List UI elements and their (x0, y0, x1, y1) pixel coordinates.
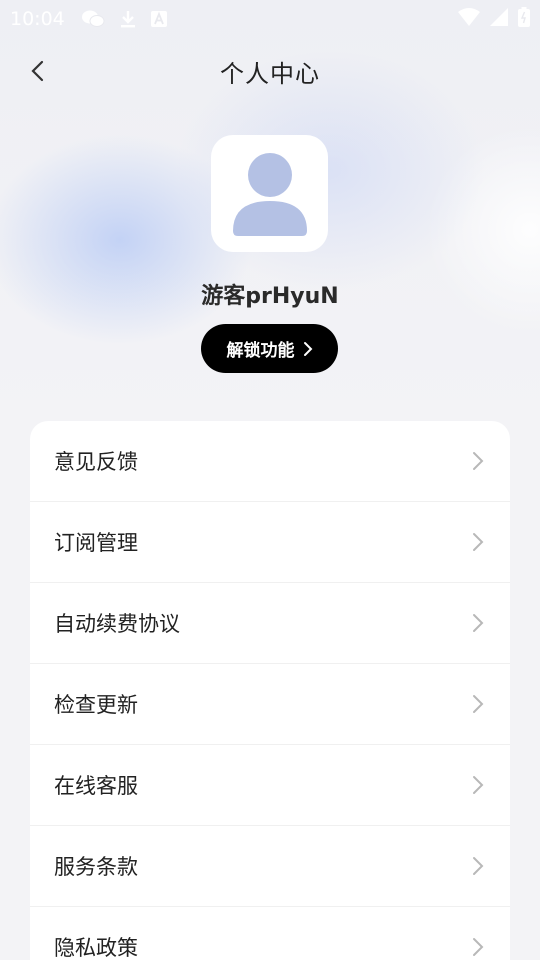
menu-item-label: 检查更新 (54, 693, 138, 717)
menu-item-subscription[interactable]: 订阅管理 (30, 502, 510, 583)
unlock-features-button[interactable]: 解锁功能 (201, 324, 338, 373)
page-title: 个人中心 (220, 59, 320, 88)
menu-item-auto-renewal[interactable]: 自动续费协议 (30, 583, 510, 664)
menu-item-label: 意见反馈 (54, 450, 138, 474)
chevron-right-icon (303, 341, 312, 356)
back-button[interactable] (22, 55, 54, 87)
text-a-icon (150, 11, 167, 27)
wifi-icon (458, 8, 480, 30)
chevron-right-icon (468, 775, 488, 795)
battery-icon (518, 7, 530, 31)
settings-menu: 意见反馈 订阅管理 自动续费协议 检查更新 在线客服 服务条款 隐私政策 (30, 421, 510, 960)
chevron-right-icon (468, 937, 488, 957)
unlock-label: 解锁功能 (226, 341, 295, 361)
avatar[interactable] (211, 135, 328, 252)
chevron-right-icon (468, 613, 488, 633)
menu-item-privacy[interactable]: 隐私政策 (30, 907, 510, 960)
status-time: 10:04 (10, 8, 65, 30)
menu-item-customer-service[interactable]: 在线客服 (30, 745, 510, 826)
chevron-left-icon (31, 60, 44, 82)
menu-item-feedback[interactable]: 意见反馈 (30, 421, 510, 502)
menu-item-label: 自动续费协议 (54, 612, 180, 636)
menu-item-terms[interactable]: 服务条款 (30, 826, 510, 907)
username: 游客prHyuN (201, 284, 339, 309)
menu-item-label: 订阅管理 (54, 531, 138, 555)
chevron-right-icon (468, 532, 488, 552)
download-icon (119, 9, 137, 29)
menu-item-label: 在线客服 (54, 774, 138, 798)
menu-item-label: 服务条款 (54, 855, 138, 879)
wechat-icon (81, 9, 105, 29)
chevron-right-icon (468, 451, 488, 471)
chevron-right-icon (468, 856, 488, 876)
menu-item-label: 隐私政策 (54, 936, 138, 960)
chevron-right-icon (468, 694, 488, 714)
nav-bar: 个人中心 (0, 40, 540, 102)
signal-icon (490, 8, 508, 30)
user-icon (232, 152, 307, 236)
status-bar: 10:04 (0, 0, 540, 38)
menu-item-check-update[interactable]: 检查更新 (30, 664, 510, 745)
